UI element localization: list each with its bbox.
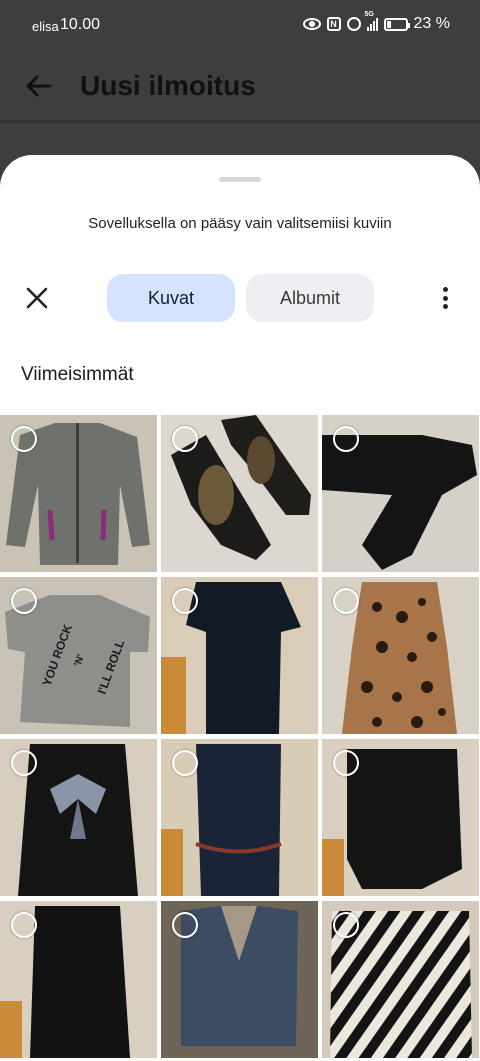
photo-thumbnail[interactable] [322, 901, 479, 1058]
status-bar: elisa 10.00 N 5G 23 % [0, 0, 480, 54]
arrow-left-icon[interactable] [24, 72, 52, 100]
photo-thumbnail[interactable] [161, 901, 318, 1058]
select-checkbox[interactable] [11, 426, 37, 452]
close-icon[interactable] [24, 285, 50, 311]
photo-thumbnail[interactable] [161, 415, 318, 572]
app-bar: Uusi ilmoitus [0, 54, 480, 122]
picker-tabs: Kuvat Albumit [107, 274, 374, 322]
photo-thumbnail[interactable] [0, 739, 157, 896]
select-checkbox[interactable] [172, 426, 198, 452]
photo-thumbnail[interactable] [322, 415, 479, 572]
select-checkbox[interactable] [11, 750, 37, 776]
eye-icon [302, 18, 321, 30]
permission-notice: Sovelluksella on pääsy vain valitsemiisi… [88, 215, 392, 232]
photo-picker-sheet: Sovelluksella on pääsy vain valitsemiisi… [0, 155, 480, 1061]
photo-thumbnail[interactable] [161, 577, 318, 734]
page-title: Uusi ilmoitus [80, 70, 256, 101]
signal-icon: 5G [365, 11, 378, 31]
tab-albums[interactable]: Albumit [246, 274, 374, 322]
section-title: Viimeisimmät [21, 364, 134, 385]
photo-thumbnail[interactable] [0, 415, 157, 572]
alarm-icon [346, 17, 361, 31]
network-type: 5G [364, 11, 374, 18]
photo-thumbnail[interactable] [161, 739, 318, 896]
nfc-icon: N [326, 17, 341, 31]
app-bar-divider [0, 120, 480, 123]
photo-thumbnail[interactable]: YOU ROCK 'N' I'LL ROLL [0, 577, 157, 734]
drag-handle[interactable] [219, 177, 261, 182]
more-options-icon[interactable] [432, 285, 458, 311]
battery-percentage: 23 % [413, 15, 450, 32]
photo-thumbnail[interactable] [0, 901, 157, 1058]
tab-photos[interactable]: Kuvat [107, 274, 235, 322]
status-icons: N 5G 23 % [302, 11, 450, 33]
select-checkbox[interactable] [172, 912, 198, 938]
select-checkbox[interactable] [333, 426, 359, 452]
photo-grid: YOU ROCK 'N' I'LL ROLL [0, 415, 480, 1058]
clock: 10.00 [60, 16, 101, 33]
photo-thumbnail[interactable] [322, 739, 479, 896]
carrier-label: elisa [32, 19, 59, 34]
select-checkbox[interactable] [333, 750, 359, 776]
select-checkbox[interactable] [333, 588, 359, 614]
select-checkbox[interactable] [11, 588, 37, 614]
select-checkbox[interactable] [333, 912, 359, 938]
select-checkbox[interactable] [172, 750, 198, 776]
battery-icon [383, 17, 410, 31]
photo-thumbnail[interactable] [322, 577, 479, 734]
select-checkbox[interactable] [172, 588, 198, 614]
select-checkbox[interactable] [11, 912, 37, 938]
